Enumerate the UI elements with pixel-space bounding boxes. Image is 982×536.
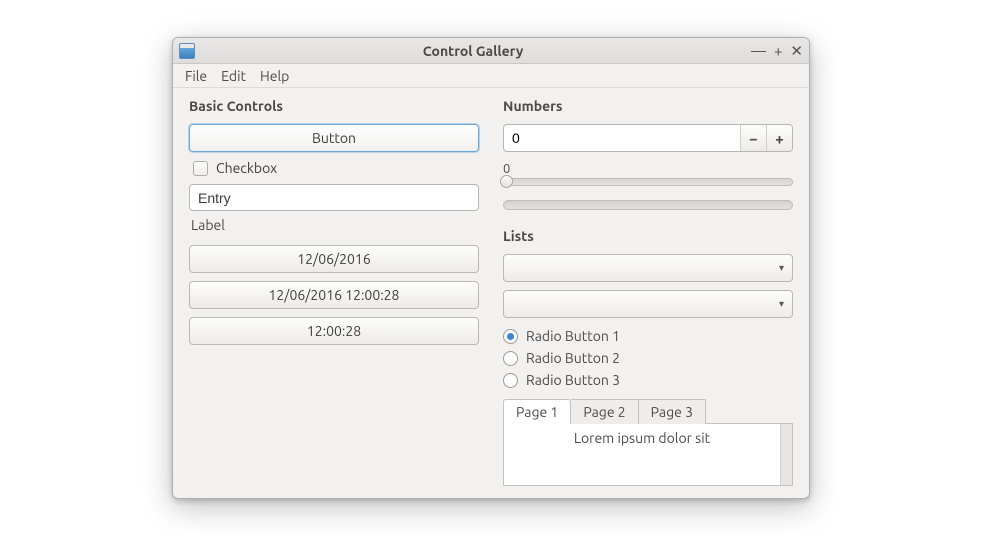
date-picker-button[interactable]: 12/06/2016 — [189, 245, 479, 273]
app-window: Control Gallery — + ✕ File Edit Help Bas… — [172, 37, 810, 499]
datetime-picker-button[interactable]: 12/06/2016 12:00:28 — [189, 281, 479, 309]
spinbox-input[interactable] — [504, 125, 740, 151]
radio-label: Radio Button 2 — [526, 350, 620, 366]
basic-controls-title: Basic Controls — [189, 98, 479, 114]
button-control[interactable]: Button — [189, 124, 479, 152]
close-button[interactable]: ✕ — [790, 43, 803, 58]
spinbox-control[interactable]: − + — [503, 124, 793, 152]
menubar: File Edit Help — [173, 64, 809, 88]
slider-thumb[interactable] — [500, 175, 513, 188]
radio-label: Radio Button 3 — [526, 372, 620, 388]
radio-button-1[interactable]: Radio Button 1 — [503, 328, 793, 344]
static-label: Label — [191, 217, 479, 233]
titlebar[interactable]: Control Gallery — + ✕ — [173, 38, 809, 64]
tab-row: Page 1 Page 2 Page 3 — [503, 398, 793, 423]
chevron-down-icon: ▾ — [779, 298, 784, 310]
right-panel: Numbers − + 0 Lists ▾ ▾ — [503, 98, 793, 486]
checkbox-control[interactable]: Checkbox — [189, 160, 479, 176]
minimize-button[interactable]: — — [751, 43, 766, 58]
tab-page-2[interactable]: Page 2 — [571, 399, 638, 424]
radio-outer-icon — [503, 351, 518, 366]
slider-control: 0 — [503, 158, 793, 186]
radio-button-2[interactable]: Radio Button 2 — [503, 350, 793, 366]
radio-button-3[interactable]: Radio Button 3 — [503, 372, 793, 388]
radio-outer-icon — [503, 329, 518, 344]
checkbox-box-icon — [193, 161, 208, 176]
progress-bar — [503, 200, 793, 210]
menu-file[interactable]: File — [179, 66, 213, 86]
menu-help[interactable]: Help — [254, 66, 295, 86]
radio-outer-icon — [503, 373, 518, 388]
maximize-button[interactable]: + — [774, 43, 782, 58]
chevron-down-icon: ▾ — [779, 262, 784, 274]
tab-group: Page 1 Page 2 Page 3 Lorem ipsum dolor s… — [503, 398, 793, 486]
combobox-2[interactable]: ▾ — [503, 290, 793, 318]
content-area: Basic Controls Button Checkbox Label 12/… — [173, 88, 809, 498]
entry-input[interactable] — [189, 184, 479, 211]
menu-edit[interactable]: Edit — [215, 66, 252, 86]
time-picker-button[interactable]: 12:00:28 — [189, 317, 479, 345]
combobox-1[interactable]: ▾ — [503, 254, 793, 282]
radio-label: Radio Button 1 — [526, 328, 620, 344]
numbers-title: Numbers — [503, 98, 793, 114]
scrollbar[interactable] — [780, 424, 792, 485]
app-icon — [179, 43, 195, 59]
spinbox-increment[interactable]: + — [766, 125, 792, 151]
tab-text: Lorem ipsum dolor sit — [504, 424, 780, 485]
window-controls: — + ✕ — [751, 43, 803, 58]
tab-page-3[interactable]: Page 3 — [639, 399, 706, 424]
tab-page-1[interactable]: Page 1 — [503, 399, 571, 424]
window-title: Control Gallery — [195, 43, 751, 59]
slider-track[interactable] — [503, 178, 793, 186]
lists-title: Lists — [503, 228, 793, 244]
tab-content: Lorem ipsum dolor sit — [503, 423, 793, 486]
basic-controls-panel: Basic Controls Button Checkbox Label 12/… — [189, 98, 479, 486]
spinbox-decrement[interactable]: − — [740, 125, 766, 151]
slider-value-label: 0 — [503, 162, 793, 176]
radio-checked-icon — [507, 333, 514, 340]
checkbox-label: Checkbox — [216, 160, 277, 176]
